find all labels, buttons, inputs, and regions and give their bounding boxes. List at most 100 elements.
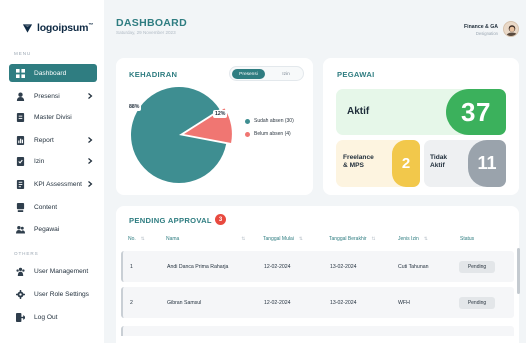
sort-icon: ⇅	[298, 236, 303, 241]
pending-count-badge: 3	[215, 214, 226, 225]
freelance-label-2: & MPS	[343, 162, 364, 169]
col-header-label: Jenis Izin	[398, 236, 419, 242]
sort-icon: ⇅	[423, 236, 428, 241]
others-heading: OTHERS	[14, 251, 39, 256]
menu-heading: MENU	[14, 51, 32, 56]
sort-icon: ⇅	[371, 236, 376, 241]
sidebar-item-label: User Role Settings	[34, 290, 89, 298]
employees-icon	[15, 224, 25, 234]
kehadiran-title: KEHADIRAN	[129, 70, 178, 79]
col-header-label: Tanggal Berakhir	[329, 236, 367, 242]
col-header-jenis-izin[interactable]: Jenis Izin ⇅	[398, 236, 428, 242]
table-row[interactable]	[121, 326, 514, 336]
sidebar-item-report[interactable]: Report	[9, 131, 97, 149]
col-header-nama[interactable]: Nama ⇅	[166, 236, 245, 242]
cell-jenis-izin: Cuti Tahunan	[398, 264, 429, 270]
sidebar-item-kpi-assessment[interactable]: KPI Assessment	[9, 175, 97, 193]
tab-presensi[interactable]: Presensi	[232, 69, 265, 79]
col-header-tanggal-mulai[interactable]: Tanggal Mulai ⇅	[263, 236, 303, 242]
cell-nama: Gibran Samsul	[167, 300, 202, 306]
legend-swatch	[245, 118, 250, 124]
aktif-label: Aktif	[347, 106, 370, 117]
status-badge[interactable]: Pending	[459, 297, 495, 309]
sidebar-item-label: Presensi	[34, 92, 60, 100]
cell-jenis-izin: WFH	[398, 300, 410, 306]
sidebar-item-label: Dashboard	[34, 69, 67, 77]
col-header-no[interactable]: No. ⇅	[128, 236, 145, 242]
sidebar-item-label: Content	[34, 203, 58, 211]
sort-icon: ⇅	[241, 236, 246, 241]
tile-tidak-aktif[interactable]: Tidak Aktif 11	[424, 140, 506, 187]
tile-aktif[interactable]: Aktif 37	[336, 89, 506, 135]
tidak-aktif-label-2: Aktif	[430, 162, 445, 169]
kpi-icon	[15, 179, 25, 189]
pie-data-label-belum: 12%	[213, 110, 228, 118]
col-header-status[interactable]: Status	[460, 236, 474, 242]
pie-data-label-sudah: 88%	[127, 103, 142, 111]
cell-nama: Andi Danca Prima Raharja	[167, 264, 229, 270]
sidebar-item-label: KPI Assessment	[34, 180, 83, 188]
col-header-label: No.	[128, 236, 136, 242]
aktif-count: 37	[446, 89, 506, 135]
report-icon	[15, 135, 25, 145]
logo-mark-icon	[22, 24, 33, 33]
sidebar: logoipsum™ MENU Dashboard Presensi Maste…	[0, 0, 104, 343]
attendance-pie-chart	[131, 87, 232, 183]
col-header-label: Status	[460, 236, 475, 242]
sidebar-item-label: Pegawai	[34, 225, 60, 233]
sidebar-item-label: Izin	[34, 157, 45, 165]
legend-item-belum: Belum absen (4)	[245, 131, 291, 137]
sidebar-item-presensi[interactable]: Presensi	[9, 87, 97, 105]
page-title: DASHBOARD	[116, 17, 187, 29]
sidebar-item-master-divisi[interactable]: Master Divisi	[9, 108, 97, 126]
col-header-tanggal-berakhir[interactable]: Tanggal Berakhir ⇅	[329, 236, 375, 242]
col-header-label: Tanggal Mulai	[263, 236, 294, 242]
sidebar-item-user-management[interactable]: User Management	[9, 262, 97, 280]
sidebar-item-izin[interactable]: Izin	[9, 152, 97, 170]
sidebar-item-content[interactable]: Content	[9, 198, 97, 216]
document-icon	[15, 112, 25, 122]
status-badge[interactable]: Pending	[459, 261, 495, 273]
legend-label: Belum absen (4)	[254, 131, 291, 137]
freelance-count: 2	[392, 140, 420, 187]
sidebar-item-pegawai[interactable]: Pegawai	[9, 220, 97, 238]
cell-no: 2	[130, 300, 133, 306]
chevron-right-icon	[88, 93, 93, 99]
logo[interactable]: logoipsum™	[22, 22, 93, 34]
legend-swatch	[245, 131, 250, 137]
chevron-right-icon	[88, 158, 93, 164]
pegawai-title: PEGAWAI	[337, 70, 375, 79]
logo-trademark: ™	[88, 22, 94, 29]
table-scrollbar[interactable]	[517, 248, 520, 294]
sidebar-item-logout[interactable]: Log Out	[9, 308, 97, 326]
person-icon	[15, 91, 25, 101]
pending-title: PENDING APPROVAL	[129, 216, 212, 225]
content-icon	[15, 202, 25, 212]
sidebar-item-dashboard[interactable]: Dashboard	[9, 64, 97, 82]
page-date: Saturday, 29 November 2023	[116, 30, 176, 35]
user-role: Designation	[475, 31, 498, 36]
sidebar-item-label: Report	[34, 136, 54, 144]
cell-tanggal-mulai: 12-02-2024	[264, 264, 291, 270]
kehadiran-toggle: Presensi Izin	[229, 66, 304, 81]
user-name: Finance & GA	[463, 24, 498, 30]
cell-tanggal-berakhir: 13-02-2024	[330, 300, 357, 306]
tab-izin[interactable]: Izin	[270, 69, 302, 79]
avatar[interactable]	[503, 21, 519, 37]
cell-tanggal-mulai: 12-02-2024	[264, 300, 291, 306]
sidebar-item-label: Log Out	[34, 313, 58, 321]
sort-icon: ⇅	[140, 236, 145, 241]
dashboard-icon	[15, 68, 25, 78]
sidebar-item-label: Master Divisi	[34, 113, 72, 121]
gear-icon	[15, 289, 25, 299]
tile-freelance[interactable]: Freelance & MPS 2	[336, 140, 420, 187]
sidebar-item-user-role-settings[interactable]: User Role Settings	[9, 285, 97, 303]
col-header-label: Nama	[166, 236, 180, 242]
logout-icon	[15, 312, 25, 322]
chevron-right-icon	[88, 137, 93, 143]
users-icon	[15, 266, 25, 276]
avatar-person-icon	[506, 25, 518, 36]
logo-text: logoipsum	[37, 22, 89, 34]
tidak-aktif-count: 11	[468, 140, 506, 187]
cell-tanggal-berakhir: 13-02-2024	[330, 264, 357, 270]
